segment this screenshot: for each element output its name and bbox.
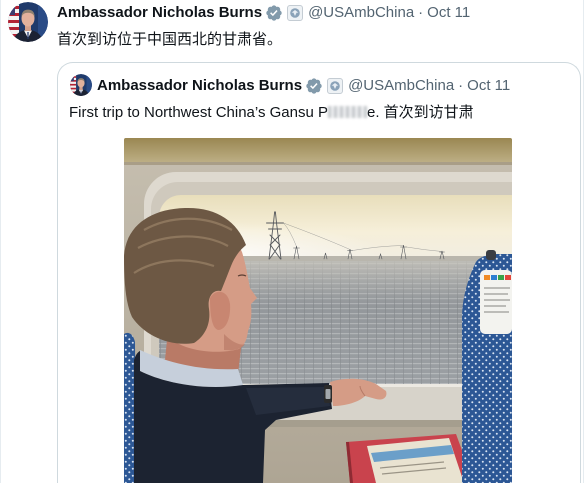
avatar-portrait-icon xyxy=(8,2,48,42)
obscured-text-region xyxy=(327,106,367,118)
tweet-card[interactable]: Ambassador Nicholas Burns @USAmbChina · … xyxy=(0,0,584,483)
quoted-author-avatar[interactable] xyxy=(70,74,92,96)
quoted-text-start: First trip to Northwest China’s Gansu P xyxy=(69,104,328,121)
avatar-portrait-icon xyxy=(70,74,92,96)
card-border-left xyxy=(0,0,1,483)
quoted-author-name[interactable]: Ambassador Nicholas Burns xyxy=(97,76,302,96)
quoted-tweet[interactable]: Ambassador Nicholas Burns @USAmbChina · … xyxy=(57,62,581,483)
quoted-tweet-date[interactable]: Oct 11 xyxy=(467,76,510,96)
verified-badge-icon[interactable] xyxy=(305,77,323,95)
author-avatar[interactable] xyxy=(8,2,48,42)
tweet-header: Ambassador Nicholas Burns @USAmbChina · … xyxy=(57,3,470,23)
quoted-text-end: e. 首次到访甘肃 xyxy=(366,104,474,121)
header-separator: · xyxy=(418,4,424,21)
tweet-text: 首次到访位于中国西北的甘肃省。 xyxy=(57,31,283,48)
author-handle[interactable]: @USAmbChina xyxy=(308,3,414,23)
quoted-tweet-header: Ambassador Nicholas Burns @USAmbChina · … xyxy=(97,76,510,96)
tweet-photo[interactable] xyxy=(124,138,512,483)
tweet-date[interactable]: Oct 11 xyxy=(427,3,470,23)
ceiling-panel xyxy=(124,138,512,162)
affiliation-badge-icon[interactable] xyxy=(287,5,304,21)
seat-right xyxy=(462,250,512,483)
quoted-header-separator: · xyxy=(458,77,464,94)
affiliation-badge-icon[interactable] xyxy=(327,78,344,94)
photo-scene xyxy=(124,138,512,483)
quoted-tweet-text: First trip to Northwest China’s Gansu P e… xyxy=(69,103,474,123)
verified-badge-icon[interactable] xyxy=(265,4,283,22)
book xyxy=(367,438,464,483)
author-name[interactable]: Ambassador Nicholas Burns xyxy=(57,3,262,23)
quoted-author-handle[interactable]: @USAmbChina xyxy=(348,76,454,96)
